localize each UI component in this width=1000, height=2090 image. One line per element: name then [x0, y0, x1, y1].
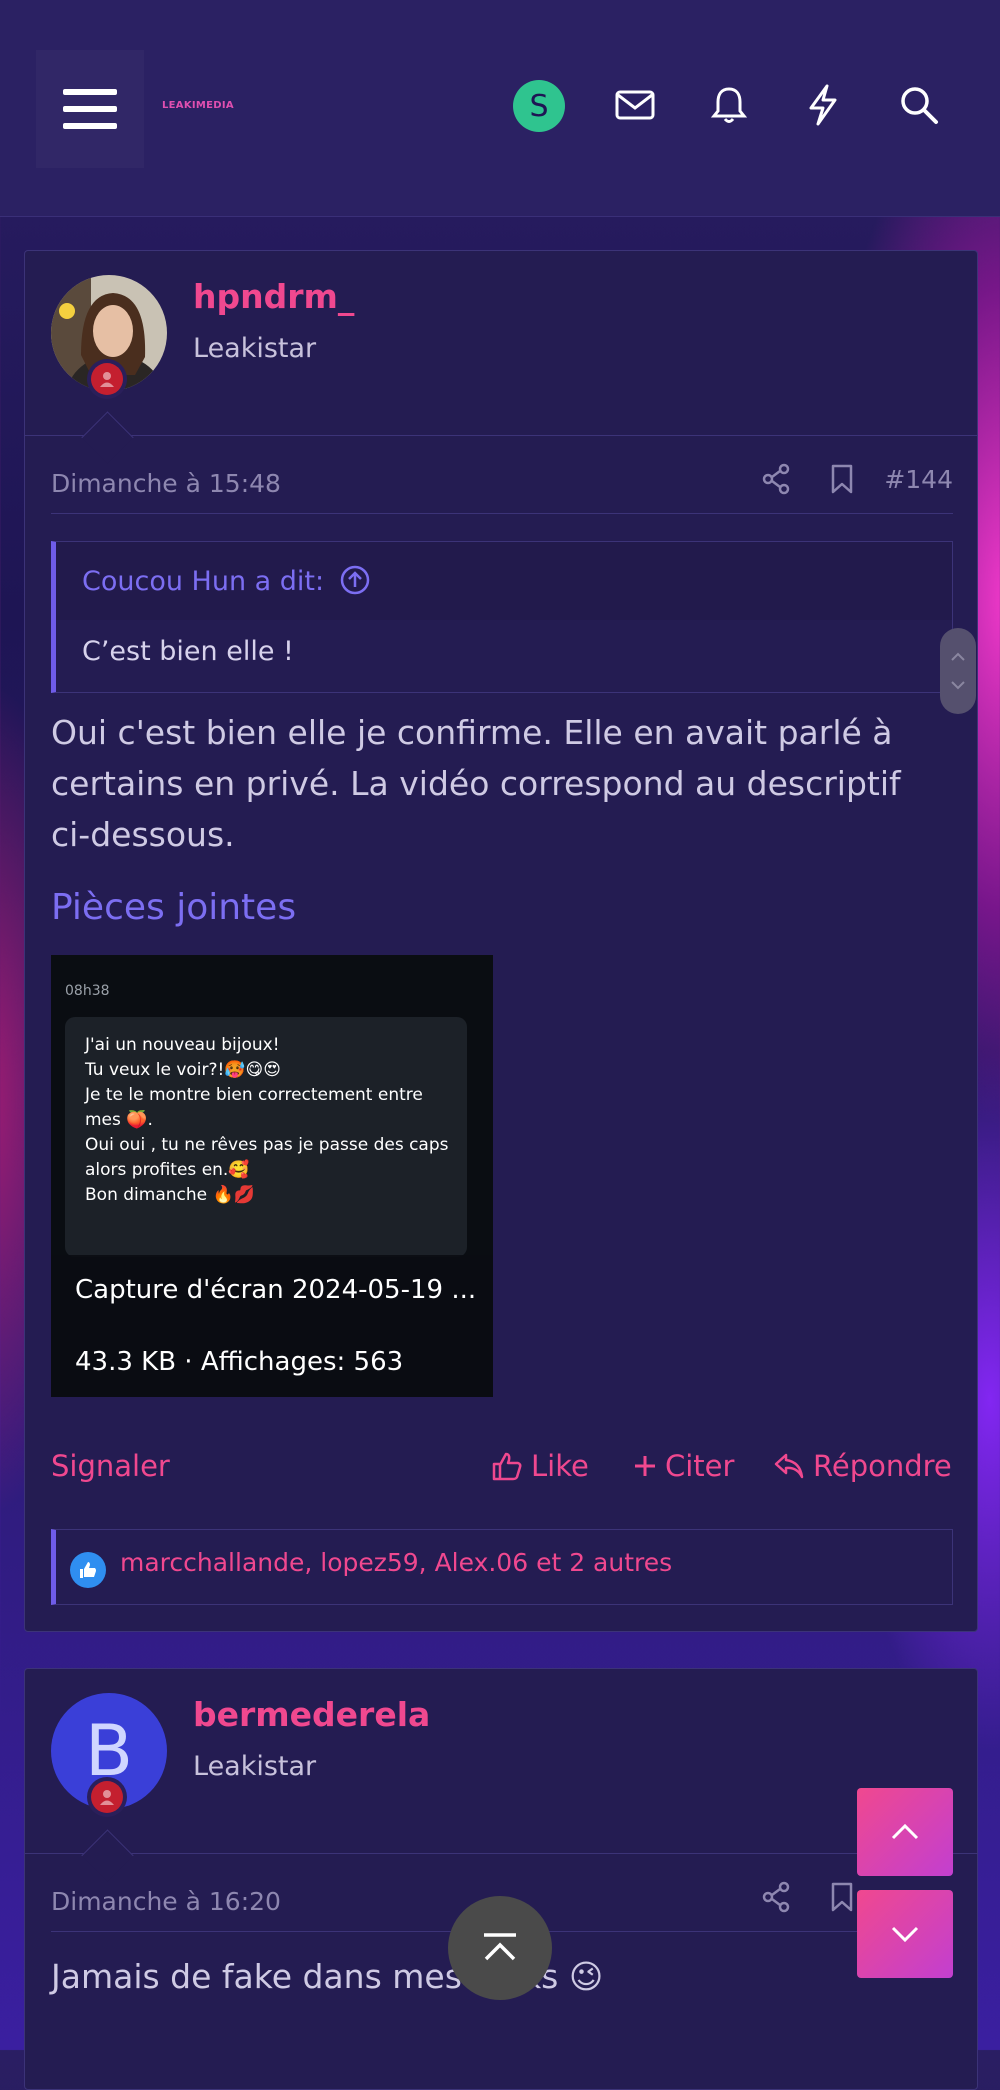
reply-button[interactable]: Répondre: [773, 1449, 952, 1483]
user-title: Leakistar: [193, 333, 317, 364]
member-badge: [87, 1777, 127, 1817]
bell-icon: [710, 87, 748, 123]
attachment-meta: 43.3 KB · Affichages: 563: [75, 1347, 404, 1377]
arrow-notch: [81, 411, 134, 464]
like-label: Like: [531, 1449, 589, 1483]
user-avatar[interactable]: S: [513, 80, 565, 132]
arrow-notch: [81, 1829, 134, 1882]
reply-label: Répondre: [813, 1449, 952, 1483]
screenshot-line: Bon dimanche 🔥💋: [85, 1185, 255, 1205]
user-icon: [100, 372, 114, 387]
scroll-down-button[interactable]: [857, 1890, 953, 1978]
envelope-icon: [615, 90, 655, 120]
quote-header: Coucou Hun a dit:: [56, 542, 952, 620]
screenshot-line: Oui oui , tu ne rêves pas je passe des c…: [85, 1135, 449, 1155]
share-icon: [762, 463, 790, 495]
post-body: Oui c'est bien elle je confirme. Elle en…: [51, 713, 901, 854]
search-button[interactable]: [892, 78, 946, 132]
reply-icon: [774, 1453, 804, 1479]
post-number[interactable]: #144: [884, 465, 953, 494]
quote-block: Coucou Hun a dit: C’est bien elle !: [51, 541, 953, 693]
screenshot-line: Je te le montre bien correctement entre: [85, 1085, 423, 1105]
arrow-up-circle-icon[interactable]: [339, 564, 371, 596]
quote-author: Coucou Hun a dit:: [82, 566, 325, 597]
divider: [25, 435, 977, 436]
plus-icon: [635, 1456, 655, 1476]
scroll-up-button[interactable]: [857, 1788, 953, 1876]
post-date[interactable]: Dimanche à 16:20: [51, 1887, 281, 1916]
screenshot-time: 08h38: [65, 983, 110, 999]
quote-author-link[interactable]: Coucou Hun a dit:: [82, 564, 371, 597]
member-badge: [87, 359, 127, 399]
messages-button[interactable]: [608, 78, 662, 132]
post-username[interactable]: bermederela: [193, 1695, 430, 1734]
hamburger-icon: [63, 89, 117, 129]
share-button[interactable]: [761, 1881, 791, 1917]
report-button[interactable]: Signaler: [51, 1449, 170, 1483]
quote-label: Citer: [665, 1449, 735, 1483]
post-144: hpndrm_ Leakistar Dimanche à 15:48 #144 …: [24, 250, 978, 1632]
thumbs-up-icon: [492, 1452, 522, 1481]
attachment-thumbnail[interactable]: 08h38 J'ai un nouveau bijoux! Tu veux le…: [51, 955, 493, 1397]
bookmark-icon: [831, 464, 853, 494]
user-icon: [100, 1790, 114, 1805]
screenshot-line: Tu veux le voir?!🥵😋😍: [85, 1060, 281, 1080]
site-logo[interactable]: LEAKIMEDIA: [162, 100, 234, 111]
bookmark-button[interactable]: [829, 463, 855, 499]
back-to-top-button[interactable]: [448, 1896, 552, 2000]
divider: [25, 1853, 977, 1854]
quote-button[interactable]: Citer: [633, 1449, 734, 1483]
quote-text: C’est bien elle !: [82, 636, 294, 667]
screenshot-line: alors profites en.🥰: [85, 1160, 250, 1180]
reactions-bar[interactable]: marcchallande, lopez59, Alex.06 et 2 aut…: [51, 1529, 953, 1605]
search-icon: [901, 87, 938, 124]
bookmark-icon: [831, 1882, 853, 1912]
whats-new-button[interactable]: [796, 78, 850, 132]
divider: [51, 513, 953, 514]
double-chevron-up-icon: [484, 1933, 516, 1961]
lightning-icon: [809, 84, 837, 126]
scroll-thumb[interactable]: [940, 628, 976, 714]
screenshot-line: J'ai un nouveau bijoux!: [85, 1035, 280, 1055]
chevron-up-icon: [891, 1823, 919, 1840]
screenshot-line: mes 🍑.: [85, 1110, 153, 1130]
attachment-filename: Capture d'écran 2024-05-19 ...: [75, 1275, 477, 1305]
notifications-button[interactable]: [702, 78, 756, 132]
post-145: B bermederela Leakistar Dimanche à 16:20…: [24, 1668, 978, 2090]
share-button[interactable]: [761, 463, 791, 499]
post-username[interactable]: hpndrm_: [193, 277, 354, 316]
bookmark-button[interactable]: [829, 1881, 855, 1917]
share-icon: [762, 1881, 790, 1913]
menu-button[interactable]: [36, 50, 144, 168]
like-button[interactable]: Like: [491, 1449, 589, 1483]
chevron-down-icon: [891, 1926, 919, 1943]
reactions-users[interactable]: marcchallande, lopez59, Alex.06 et 2 aut…: [120, 1548, 672, 1577]
like-reaction-icon: [70, 1552, 106, 1588]
user-title: Leakistar: [193, 1751, 317, 1782]
attachments-title: Pièces jointes: [51, 887, 297, 928]
post-date[interactable]: Dimanche à 15:48: [51, 469, 281, 498]
top-header: LEAKIMEDIA S: [0, 0, 1000, 217]
